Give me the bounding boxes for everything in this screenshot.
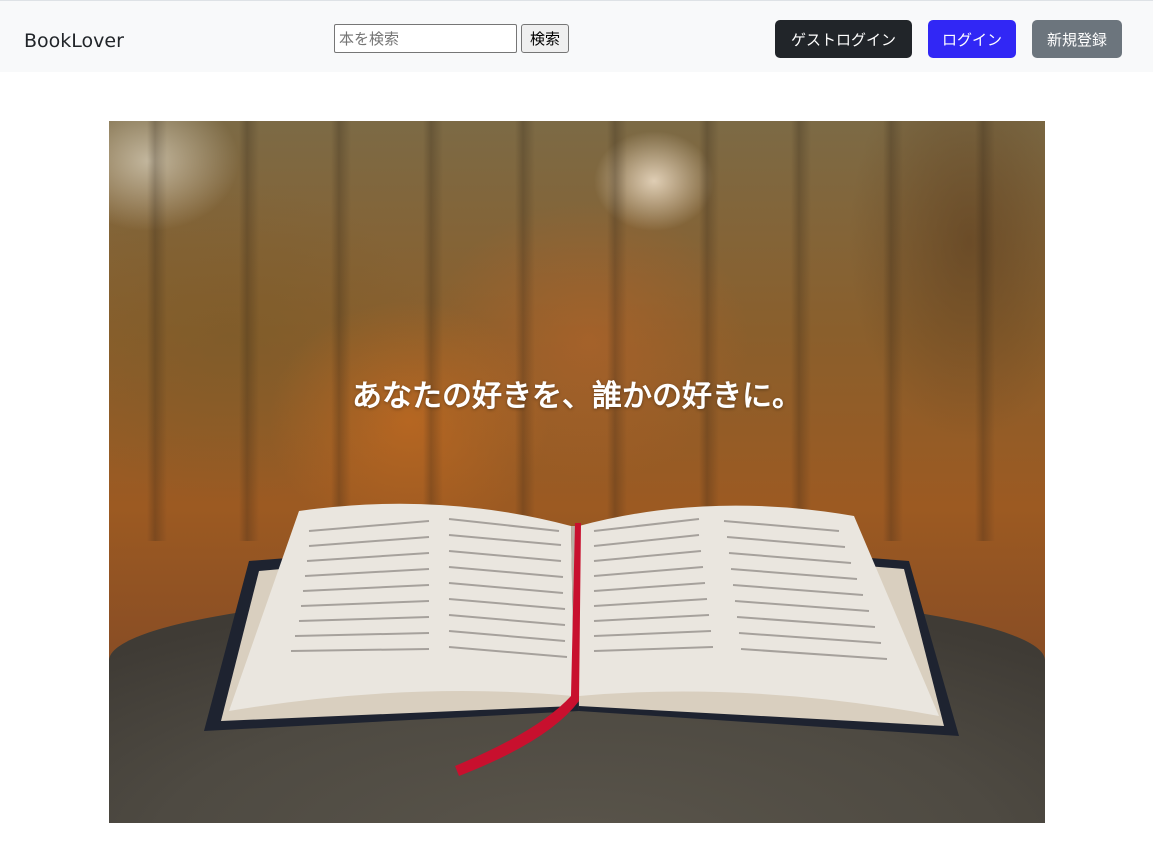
search-button[interactable]: 検索 xyxy=(521,24,569,53)
brand-link[interactable]: BookLover xyxy=(24,29,124,53)
search-form: 検索 xyxy=(334,24,569,53)
hero-tagline: あなたの好きを、誰かの好きに。 xyxy=(352,379,802,414)
login-button[interactable]: ログイン xyxy=(928,20,1016,58)
navbar: BookLover 検索 ゲストログイン ログイン 新規登録 xyxy=(0,0,1153,72)
hero-image: あなたの好きを、誰かの好きに。 xyxy=(109,121,1045,823)
guest-login-button[interactable]: ゲストログイン xyxy=(775,20,912,58)
register-button[interactable]: 新規登録 xyxy=(1032,20,1122,58)
open-book-illustration xyxy=(204,503,959,776)
search-input[interactable] xyxy=(334,24,517,53)
